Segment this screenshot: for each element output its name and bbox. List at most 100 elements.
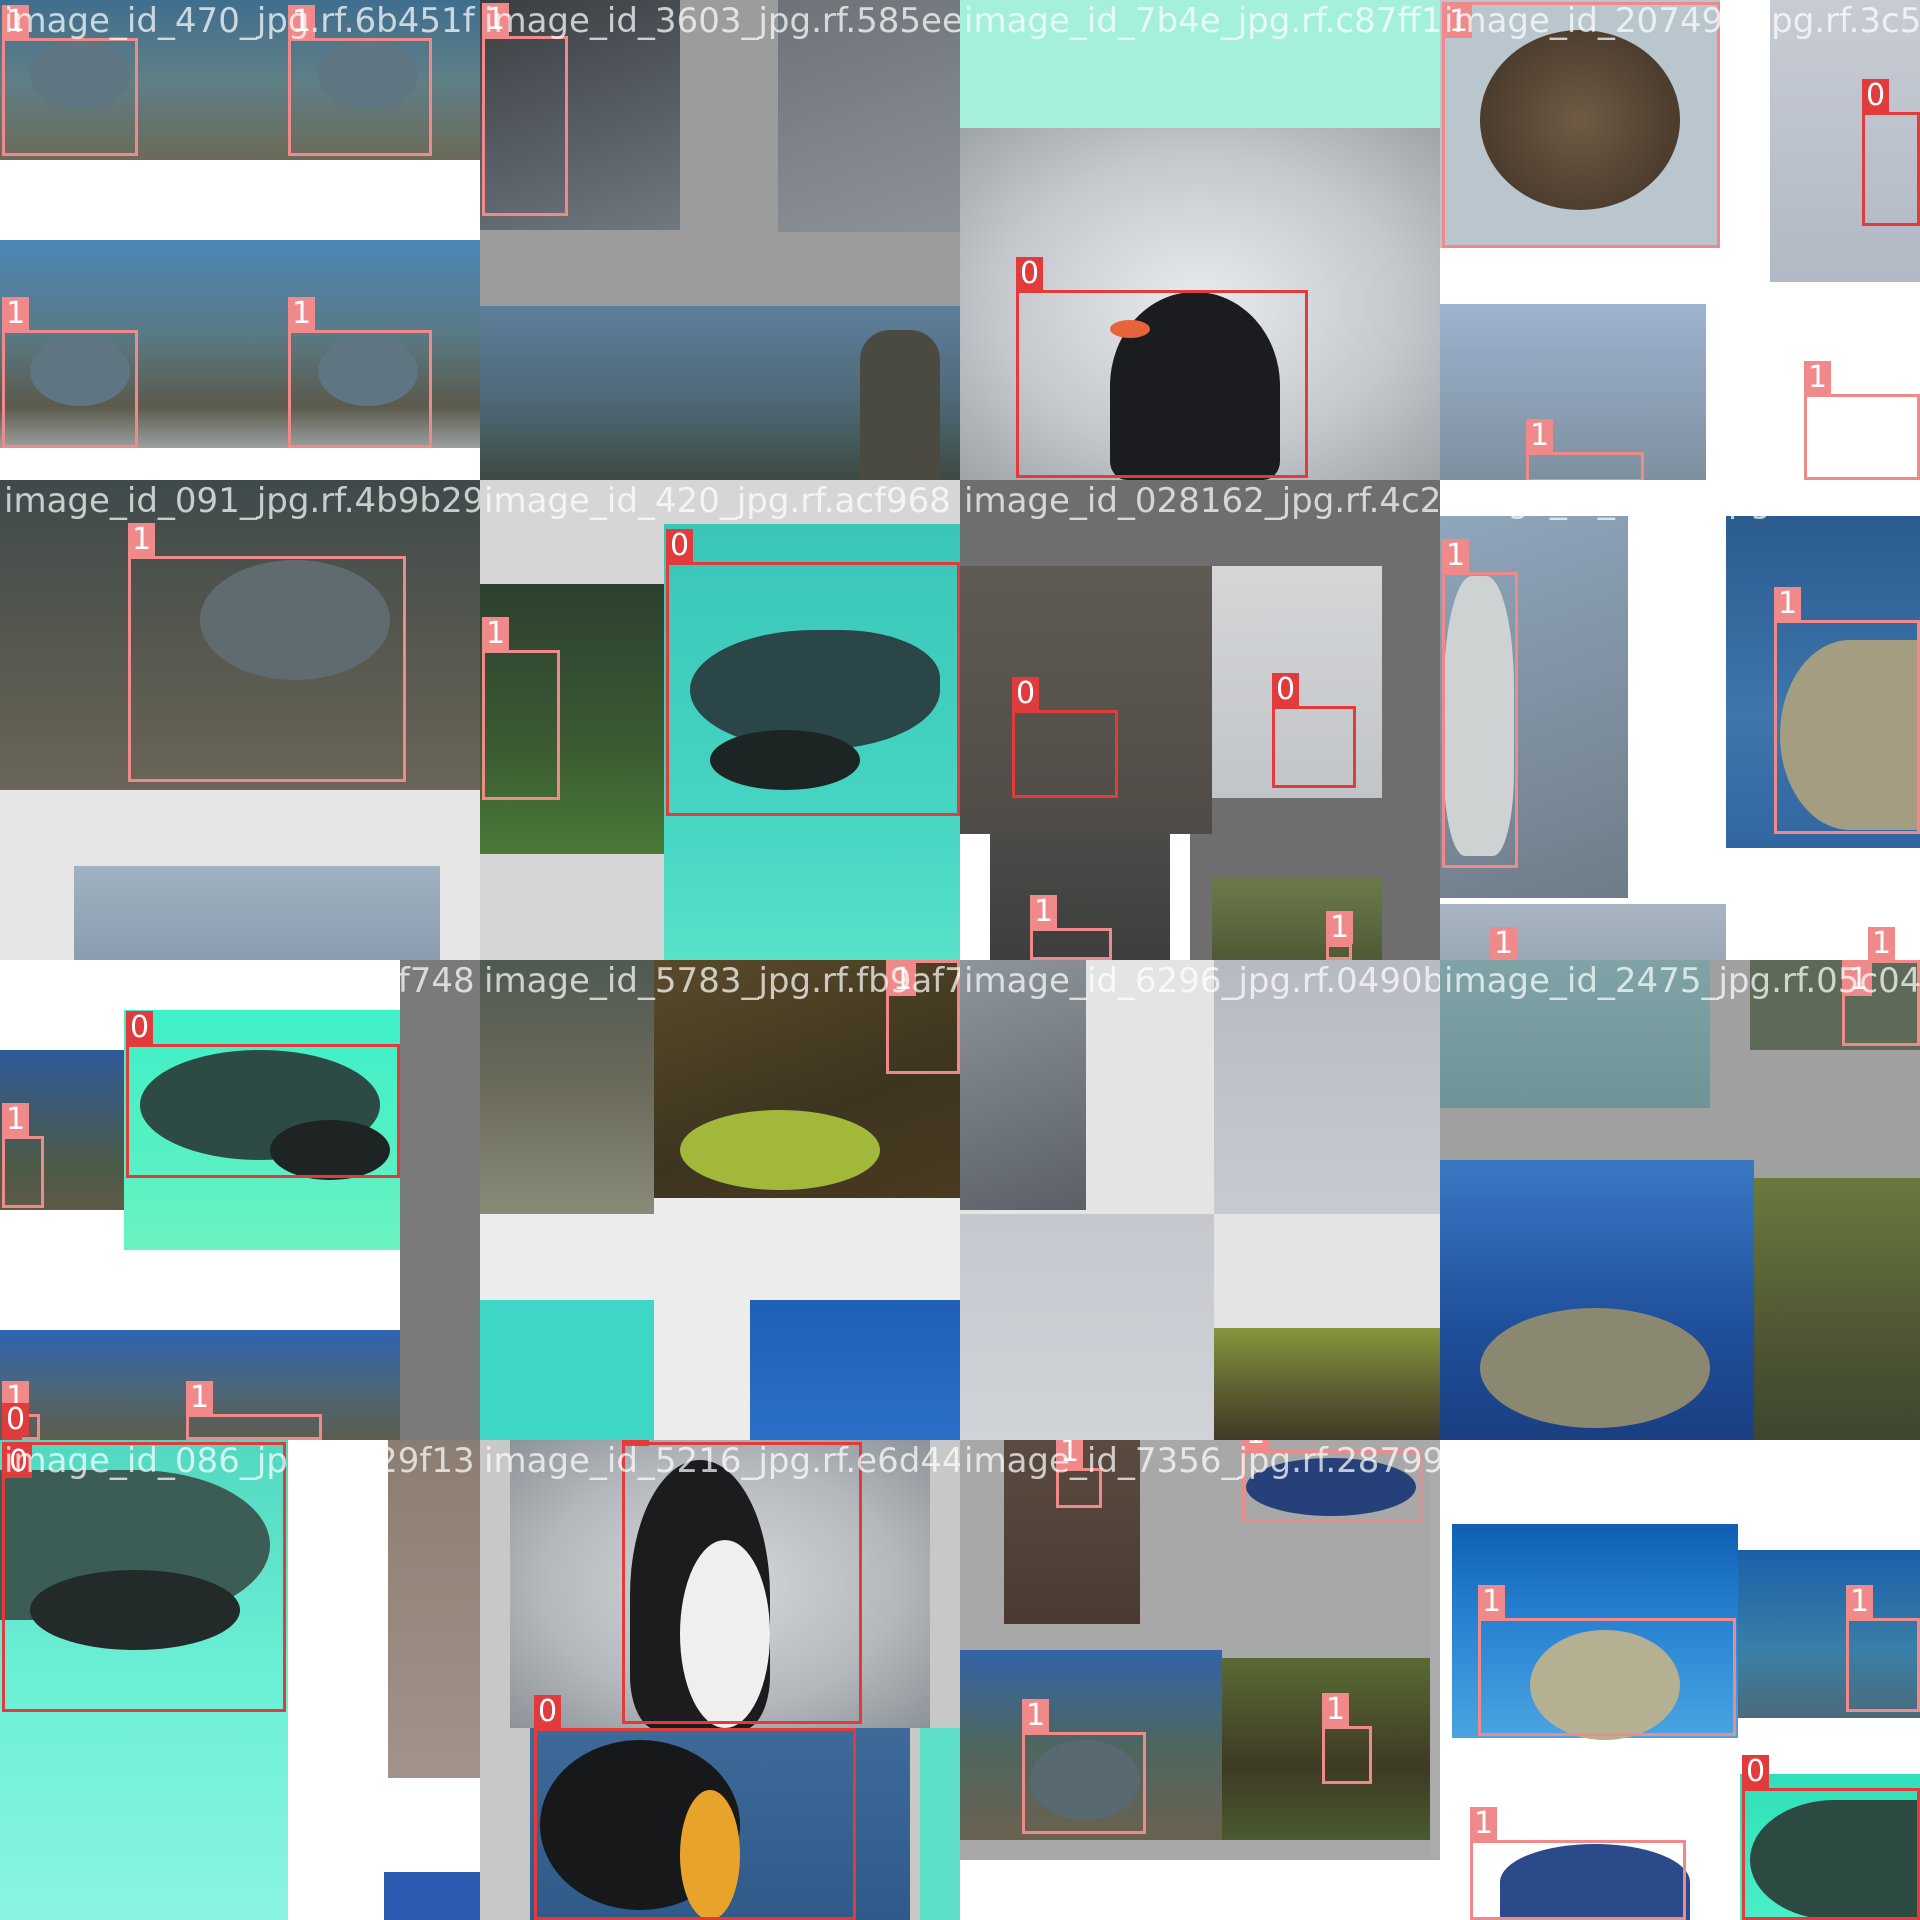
class-label: 0 xyxy=(5,1445,33,1478)
tile-1: 1 1 1 1 image_id_470_jpg.rf.6b451f xyxy=(0,0,480,480)
mosaic-canvas: 1 1 1 1 image_id_470_jpg.rf.6b451f 1 ima… xyxy=(0,0,1920,1920)
class-label: 0 xyxy=(2,1403,30,1436)
tile-6: 1 0 image_id_420_jpg.rf.acf968 xyxy=(480,480,960,960)
photo-patch xyxy=(750,1300,960,1440)
tile-12: 1 image_id_2475_jpg.rf.05c04f xyxy=(1440,960,1920,1440)
class-label: 1 xyxy=(1030,895,1058,928)
class-label: 1 xyxy=(288,5,316,38)
tile-16: 1 1 1 0 image_id_4295_jpg.rf.5c8f35 xyxy=(1440,1440,1920,1920)
photo-patch xyxy=(778,0,960,232)
class-label: 1 xyxy=(2,1103,30,1136)
detection-box: 1 xyxy=(1326,911,1354,960)
detection-box: 1 xyxy=(1322,1693,1372,1784)
image-filename: image_id_028162_jpg.rf.4c2bd5 xyxy=(964,481,1440,521)
turtle-shape xyxy=(1480,1308,1710,1428)
class-label: 1 xyxy=(1242,1440,1270,1450)
detection-box: 1 xyxy=(1804,361,1920,480)
detection-box: 1 xyxy=(2,297,138,448)
detection-box: 1 xyxy=(1846,1585,1920,1712)
tile-13: 0 image_id_086_jpg.rf.d29f13 xyxy=(0,1440,480,1920)
photo-patch xyxy=(480,960,654,1214)
photo-patch xyxy=(400,960,480,1440)
photo-patch xyxy=(1214,1328,1440,1440)
tile-3: 0 image_id_7b4e_jpg.rf.c87ff1 xyxy=(960,0,1440,480)
class-label: 1 xyxy=(1442,539,1470,572)
lily-pad-shape xyxy=(680,1110,880,1190)
detection-box: 1 xyxy=(1470,1807,1686,1920)
class-label: 0 xyxy=(1272,673,1300,706)
image-filename: image_id_4295_jpg.rf.5c8f35 xyxy=(1444,1441,1920,1481)
photo-patch xyxy=(74,866,440,960)
detection-box: 1 xyxy=(482,3,568,216)
class-label: 1 xyxy=(1326,911,1354,944)
tile-4: 1 0 1 1 image_id_207499_jpg.rf.3c51ca xyxy=(1440,0,1920,480)
detection-box: 0 xyxy=(126,1011,400,1178)
class-label: 0 xyxy=(622,1440,650,1446)
detection-box: 0 xyxy=(1742,1755,1920,1920)
detection-box: 0 xyxy=(666,529,960,816)
class-label: 1 xyxy=(1868,927,1896,960)
class-label: 1 xyxy=(2,5,30,38)
class-label: 1 xyxy=(1022,1699,1050,1732)
detection-box: 1 xyxy=(1774,587,1920,834)
class-label: 0 xyxy=(1742,1755,1770,1788)
class-label: 1 xyxy=(1322,1693,1350,1726)
detection-box: 0 xyxy=(1862,79,1920,226)
class-label: 1 xyxy=(1804,361,1832,394)
class-label: 0 xyxy=(1862,79,1890,112)
class-label: 0 xyxy=(126,1011,154,1044)
tile-10: 1 image_id_5783_jpg.rf.fb9af7 xyxy=(480,960,960,1440)
detection-box: 0 xyxy=(622,1440,862,1724)
class-label: 1 xyxy=(889,963,917,996)
class-label: 1 xyxy=(1490,927,1518,960)
class-label: 0 xyxy=(1016,257,1044,290)
class-label: 1 xyxy=(1846,1585,1874,1618)
image-filename: image_id_420_jpg.rf.acf968 xyxy=(484,481,951,521)
detection-box: 1 xyxy=(1030,895,1112,960)
detection-box: 0 xyxy=(2,1442,286,1712)
photo-patch xyxy=(920,1728,960,1920)
photo-patch xyxy=(960,0,1440,128)
detection-box: 1 xyxy=(1442,2,1720,248)
detection-box: 0 xyxy=(1012,677,1118,798)
detection-box: 1 xyxy=(288,5,432,156)
class-label: 1 xyxy=(1470,1807,1498,1840)
photo-patch xyxy=(1754,1178,1920,1440)
photo-patch xyxy=(388,1440,480,1778)
detection-box: 1 xyxy=(1526,419,1644,480)
photo-patch xyxy=(384,1872,480,1920)
class-label: 0 xyxy=(666,529,694,562)
class-label: 1 xyxy=(482,3,510,36)
tile-15: 1 1 1 1 image_id_7356_jpg.rf.287996 xyxy=(960,1440,1440,1920)
class-label: 1 xyxy=(288,297,316,330)
tile-14: 0 0 image_id_5216_jpg.rf.e6d449 xyxy=(480,1440,960,1920)
class-label: 1 xyxy=(186,1381,214,1414)
photo-patch xyxy=(1212,878,1382,960)
detection-box: 0 xyxy=(1272,673,1356,788)
class-label: 1 xyxy=(482,617,510,650)
class-label: 1 xyxy=(128,523,156,556)
photo-patch xyxy=(480,1300,654,1440)
photo-patch xyxy=(1440,904,1726,960)
photo-patch xyxy=(960,1214,1214,1440)
tile-5: 1 image_id_091_jpg.rf.4b9b29 xyxy=(0,480,480,960)
detection-box: 1 xyxy=(1478,1585,1736,1736)
detection-box: 1 xyxy=(2,1103,44,1208)
rock-shape xyxy=(860,330,940,480)
class-label: 1 xyxy=(2,297,30,330)
class-label: 1 xyxy=(1478,1585,1506,1618)
photo-patch xyxy=(960,960,1086,1210)
detection-box: 1 xyxy=(886,960,960,1074)
detection-box: 1 xyxy=(288,297,432,448)
photo-patch xyxy=(960,1860,1440,1920)
class-label: 1 xyxy=(1526,419,1554,452)
photo-patch xyxy=(960,1840,1430,1860)
tile-2: 1 image_id_3603_jpg.rf.585eee xyxy=(480,0,960,480)
detection-box: 1 xyxy=(186,1381,322,1440)
detection-box: 1 xyxy=(2,5,138,156)
detection-box: 0 xyxy=(2,1403,30,1440)
photo-patch xyxy=(1440,960,1710,1108)
class-label: 0 xyxy=(1012,677,1040,710)
class-label: 1 xyxy=(1445,5,1473,38)
tile-9: 0 1 1 1 0 image_id_330_jpg.rf.85f748 xyxy=(0,960,480,1440)
